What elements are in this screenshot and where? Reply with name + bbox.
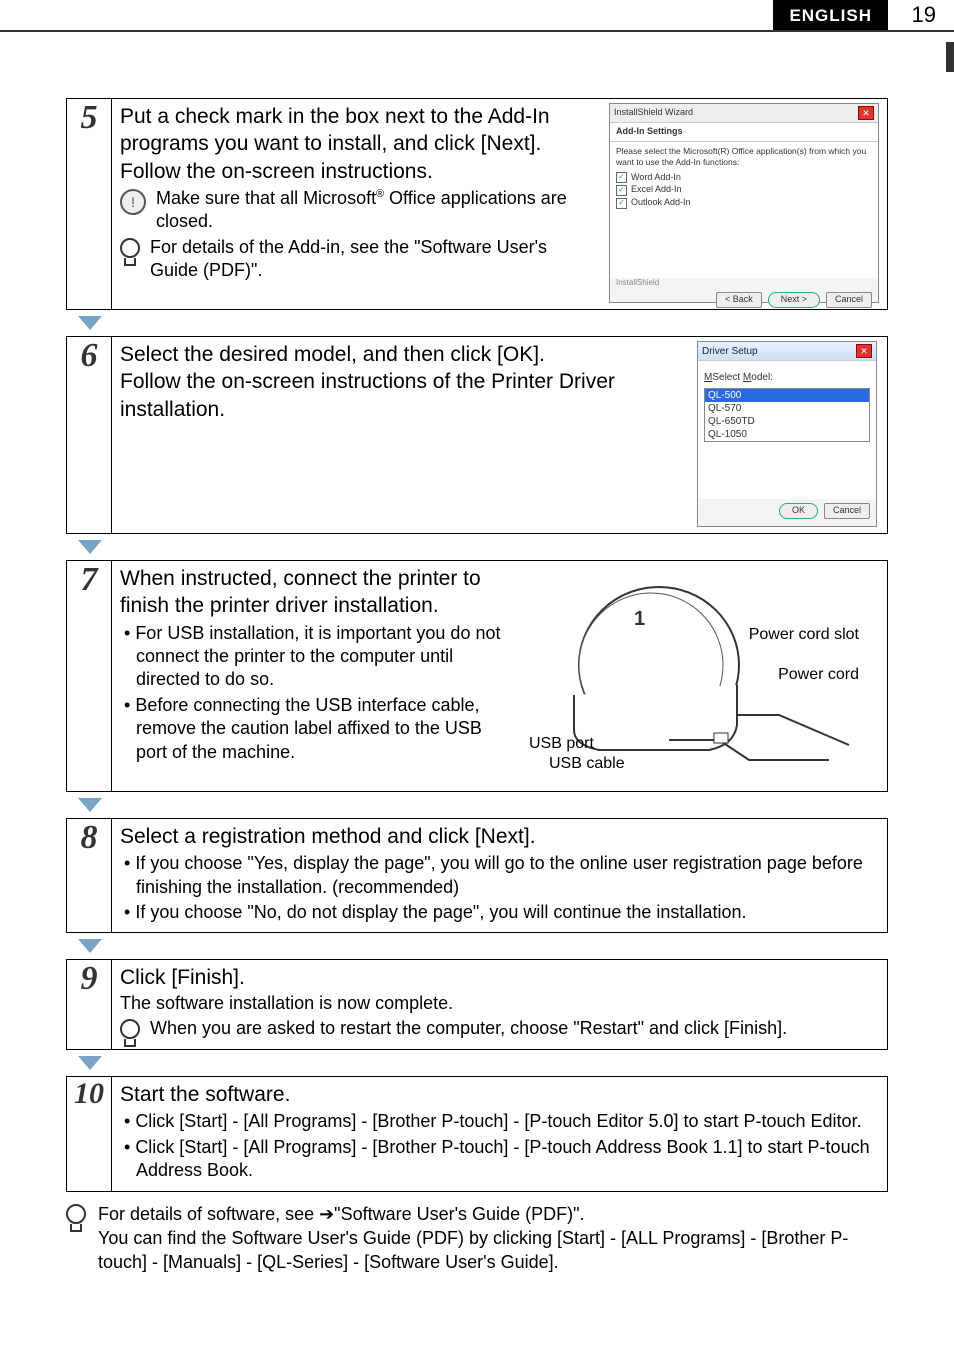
- label-usb-cable: USB cable: [549, 754, 625, 775]
- page-content: 5 Put a check mark in the box next to th…: [0, 32, 954, 1315]
- step-number: 7: [67, 561, 112, 791]
- check-outlook[interactable]: ✓Outlook Add-In: [616, 197, 872, 209]
- cancel-button[interactable]: Cancel: [824, 503, 870, 519]
- driver-dialog: Driver Setup ✕ MSelect Model:Select Mode…: [697, 341, 877, 527]
- dialog-footer-text: InstallShield: [610, 278, 878, 288]
- arrow-down-icon: [78, 798, 102, 812]
- step-7: 7 When instructed, connect the printer t…: [66, 560, 888, 792]
- back-button[interactable]: < Back: [716, 292, 762, 308]
- step5-note-caution: ! Make sure that all Microsoft® Office a…: [120, 187, 599, 234]
- step-number: 10: [67, 1077, 112, 1190]
- arrow-down-icon: [78, 540, 102, 554]
- step5-note-tip: For details of the Add-in, see the "Soft…: [120, 236, 599, 283]
- label-usb-port: USB port: [529, 734, 594, 755]
- label-power-cord: Power cord: [778, 665, 859, 686]
- dialog-subtitle: Add-In Settings: [610, 123, 878, 142]
- arrow-down-icon: [78, 316, 102, 330]
- step-number: 5: [67, 99, 112, 309]
- model-option: QL-500: [705, 389, 869, 402]
- step9-sub: The software installation is now complet…: [120, 992, 879, 1015]
- arrow-down-icon: [78, 939, 102, 953]
- page-number: 19: [912, 2, 936, 28]
- bulb-icon: [66, 1204, 86, 1228]
- header-bar: ENGLISH 19: [0, 0, 954, 32]
- step-number: 9: [67, 960, 112, 1049]
- label-power-slot: Power cord slot: [749, 625, 859, 646]
- dialog-desc: Please select the Microsoft(R) Office ap…: [616, 146, 872, 168]
- select-model-label: MSelect Model:Select Model:: [704, 371, 870, 384]
- step10-bullets: Click [Start] - [All Programs] - [Brothe…: [120, 1110, 879, 1182]
- step7-bullets: For USB installation, it is important yo…: [120, 622, 513, 764]
- model-option: QL-650TD: [705, 415, 869, 428]
- dialog-title: InstallShield Wizard: [614, 107, 693, 119]
- step-8: 8 Select a registration method and click…: [66, 818, 888, 933]
- caution-icon: !: [120, 189, 146, 215]
- printer-figure: 1 Power cord slot Power cord USB port US…: [519, 565, 879, 785]
- step7-text: When instructed, connect the printer to …: [120, 565, 513, 620]
- bulb-icon: [120, 1019, 140, 1043]
- step10-title: Start the software.: [120, 1081, 879, 1108]
- check-word[interactable]: ✓Word Add-In: [616, 172, 872, 184]
- check-excel[interactable]: ✓Excel Add-In: [616, 184, 872, 196]
- step6-text: Select the desired model, and then click…: [120, 341, 677, 423]
- cancel-button[interactable]: Cancel: [826, 292, 872, 308]
- side-index-mark: [946, 42, 954, 72]
- next-button[interactable]: Next >: [768, 292, 820, 308]
- close-icon[interactable]: ✕: [856, 344, 872, 358]
- svg-text:1: 1: [634, 608, 645, 630]
- close-icon[interactable]: ✕: [858, 106, 874, 120]
- arrow-down-icon: [78, 1056, 102, 1070]
- step-10: 10 Start the software. Click [Start] - […: [66, 1076, 888, 1191]
- step-number: 8: [67, 819, 112, 932]
- step-5: 5 Put a check mark in the box next to th…: [66, 98, 888, 310]
- step8-bullets: If you choose "Yes, display the page", y…: [120, 852, 879, 924]
- step-6: 6 Select the desired model, and then cli…: [66, 336, 888, 534]
- step-9: 9 Click [Finish]. The software installat…: [66, 959, 888, 1050]
- model-listbox[interactable]: QL-500 QL-570 QL-650TD QL-1050: [704, 388, 870, 442]
- addin-dialog: InstallShield Wizard ✕ Add-In Settings P…: [609, 103, 879, 303]
- step5-text: Put a check mark in the box next to the …: [120, 103, 599, 185]
- step9-title: Click [Finish].: [120, 964, 879, 991]
- step9-tip: When you are asked to restart the comput…: [120, 1017, 879, 1043]
- step-number: 6: [67, 337, 112, 533]
- ok-button[interactable]: OK: [779, 503, 818, 519]
- model-option: QL-570: [705, 402, 869, 415]
- language-tab: ENGLISH: [773, 0, 888, 30]
- step8-text: Select a registration method and click […: [120, 823, 879, 850]
- footer-note: For details of software, see ➔"Software …: [66, 1202, 888, 1275]
- bulb-icon: [120, 238, 140, 262]
- model-option: QL-1050: [705, 428, 869, 441]
- dialog-title: Driver Setup: [702, 345, 758, 358]
